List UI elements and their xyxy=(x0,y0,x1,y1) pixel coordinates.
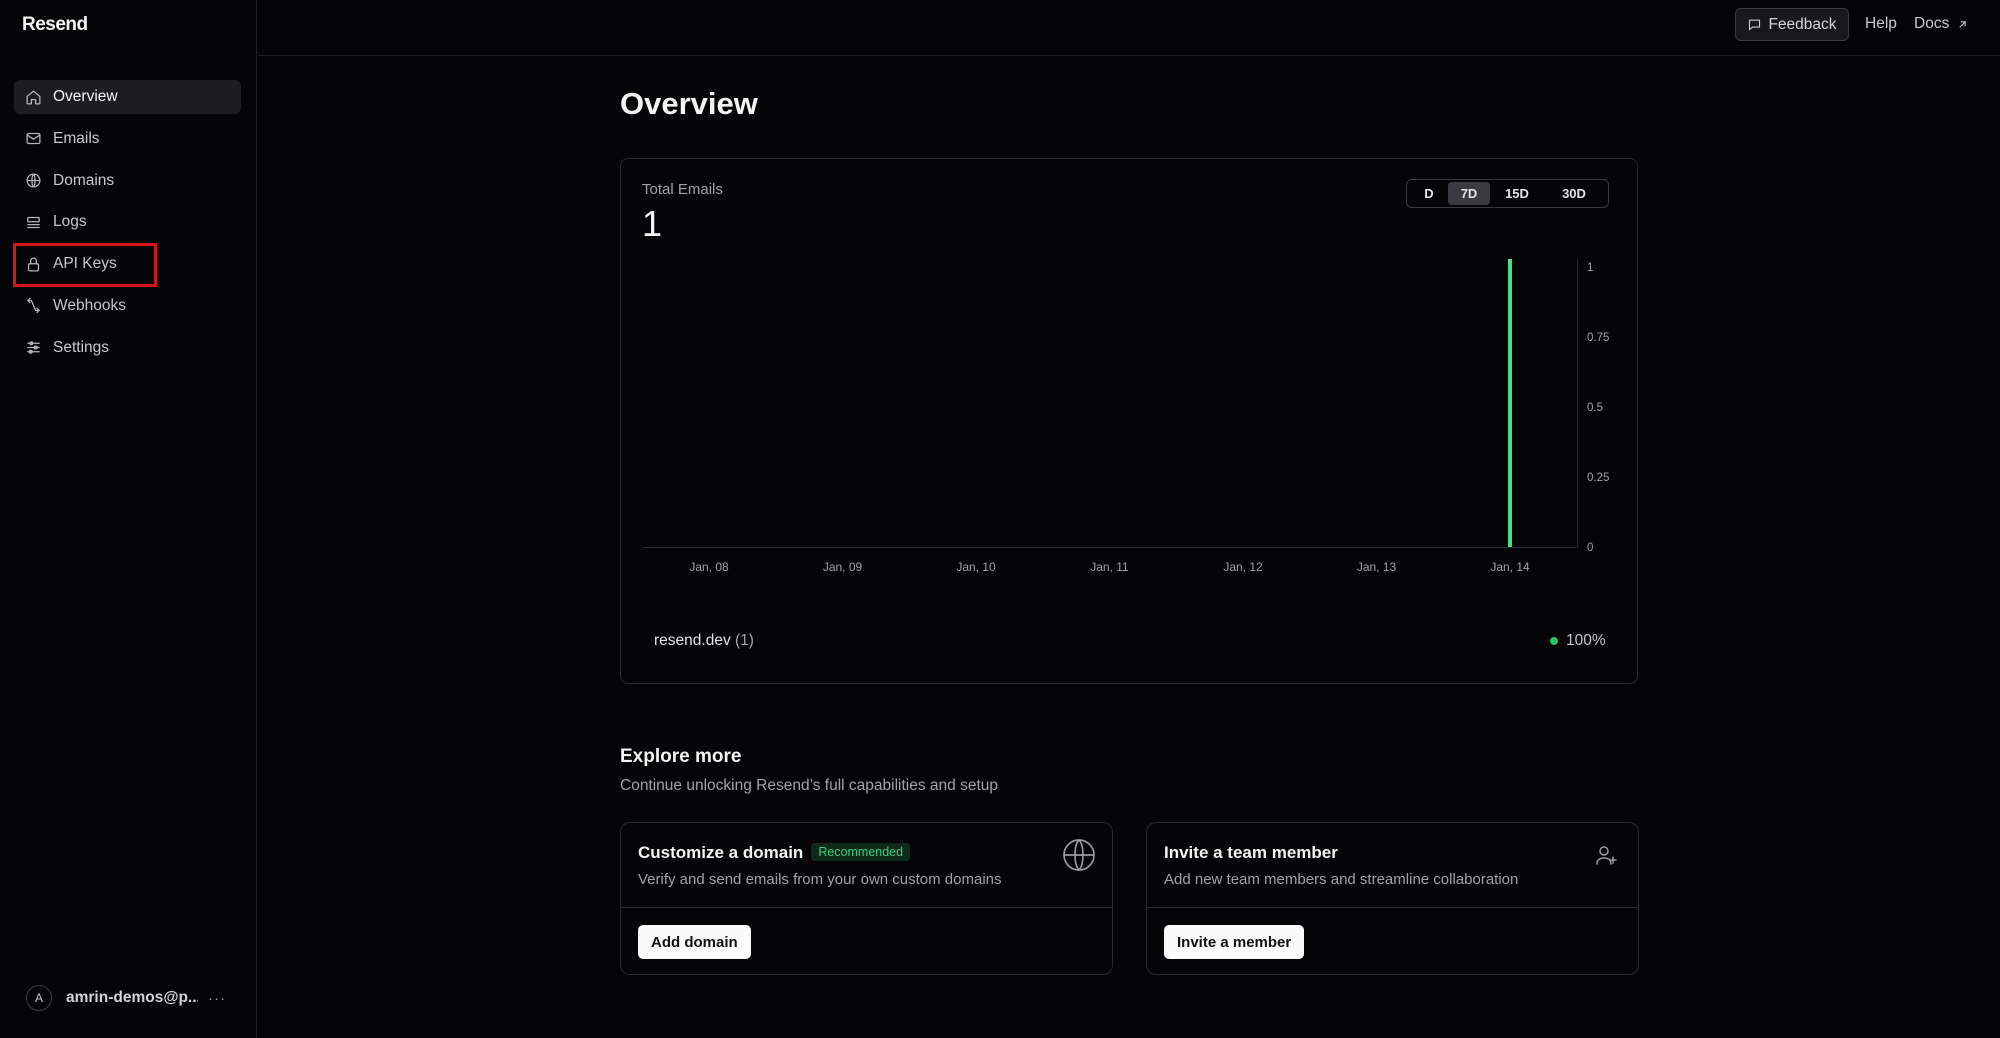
sidebar-item-overview[interactable]: Overview xyxy=(14,80,241,114)
card-title: Invite a team member xyxy=(1164,843,1338,862)
legend-domain-count: (1) xyxy=(735,632,754,649)
docs-link[interactable]: Docs xyxy=(1914,15,1969,33)
explore-title: Explore more xyxy=(620,746,742,767)
webhook-icon xyxy=(24,297,42,315)
status-dot-icon xyxy=(1550,637,1558,645)
x-tick-label: Jan, 08 xyxy=(689,560,729,574)
x-tick-label: Jan, 13 xyxy=(1357,560,1397,574)
sidebar-item-label: Webhooks xyxy=(53,296,126,314)
user-menu[interactable]: A amrin-demos@p... ··· xyxy=(26,985,226,1011)
sidebar-nav: Overview Emails Domains Logs API Keys We… xyxy=(14,80,241,373)
legend-percent-value: 100% xyxy=(1566,632,1606,649)
sidebar-item-label: Settings xyxy=(53,338,110,356)
app-logo[interactable]: Resend xyxy=(22,14,88,36)
card-title: Customize a domain Recommended xyxy=(638,843,911,863)
chart-bar xyxy=(1508,259,1512,547)
invite-member-card: Invite a team member Add new team member… xyxy=(1146,822,1639,975)
legend-domain-name: resend.dev xyxy=(654,632,731,649)
sidebar-item-domains[interactable]: Domains xyxy=(14,164,241,198)
card-divider xyxy=(1147,907,1638,908)
y-tick-label: 0.75 xyxy=(1587,332,1609,344)
page-title: Overview xyxy=(620,86,758,121)
help-link[interactable]: Help xyxy=(1865,15,1897,33)
sidebar-item-webhooks[interactable]: Webhooks xyxy=(14,289,241,323)
sidebar-item-label: API Keys xyxy=(53,255,117,273)
user-plus-icon xyxy=(1594,843,1618,872)
sidebar-item-label: Domains xyxy=(53,171,115,189)
recommended-badge: Recommended xyxy=(811,843,911,861)
card-title-text: Customize a domain xyxy=(638,843,804,862)
x-tick-label: Jan, 09 xyxy=(823,560,863,574)
sidebar-item-label: Emails xyxy=(53,129,100,147)
more-options-icon[interactable]: ··· xyxy=(208,990,226,1007)
feedback-label: Feedback xyxy=(1768,15,1837,33)
sidebar-item-label: Logs xyxy=(53,213,87,231)
add-domain-button[interactable]: Add domain xyxy=(638,925,751,959)
x-tick-label: Jan, 14 xyxy=(1490,560,1530,574)
y-tick-label: 0.5 xyxy=(1587,402,1603,414)
customize-domain-card: Customize a domain Recommended Verify and… xyxy=(620,822,1113,975)
explore-subtitle: Continue unlocking Resend’s full capabil… xyxy=(620,777,998,794)
legend-domain: resend.dev (1) xyxy=(654,632,754,650)
emails-chart-card: Total Emails 1 D 7D 15D 30D 0 0.25 0.5 0.75… xyxy=(620,158,1638,684)
docs-label: Docs xyxy=(1914,15,1950,32)
avatar: A xyxy=(26,985,52,1011)
emails-bar-chart: 0 0.25 0.5 0.75 1 Jan, 08 Jan, 09 Jan, 10 Jan, 1… xyxy=(643,259,1609,574)
y-tick-label: 0.25 xyxy=(1587,472,1609,484)
feedback-button[interactable]: Feedback xyxy=(1735,8,1849,41)
external-link-icon xyxy=(1959,20,1967,28)
x-tick-label: Jan, 12 xyxy=(1223,560,1263,574)
home-icon xyxy=(24,88,42,106)
y-tick-label: 0 xyxy=(1587,542,1593,554)
sidebar: Resend Overview Emails Domains Logs API … xyxy=(0,0,257,1038)
lock-icon xyxy=(24,255,42,273)
chat-icon xyxy=(1749,19,1761,31)
x-tick-label: Jan, 10 xyxy=(956,560,996,574)
y-tick-label: 1 xyxy=(1587,262,1593,274)
sidebar-item-emails[interactable]: Emails xyxy=(14,122,241,156)
mail-icon xyxy=(24,130,42,148)
globe-icon xyxy=(1061,837,1097,878)
invite-member-button[interactable]: Invite a member xyxy=(1164,925,1305,959)
sliders-icon xyxy=(24,339,42,357)
card-divider xyxy=(621,907,1112,908)
card-description: Add new team members and streamline coll… xyxy=(1164,871,1519,888)
sidebar-item-settings[interactable]: Settings xyxy=(14,331,241,365)
top-bar: Feedback Help Docs xyxy=(258,0,2000,56)
globe-icon xyxy=(24,172,42,190)
sidebar-item-api-keys[interactable]: API Keys xyxy=(14,247,241,281)
sidebar-item-label: Overview xyxy=(53,88,118,105)
x-tick-label: Jan, 11 xyxy=(1090,560,1129,574)
logs-icon xyxy=(24,213,42,231)
sidebar-item-logs[interactable]: Logs xyxy=(14,205,241,239)
legend-percent: 100% xyxy=(1550,632,1606,650)
card-description: Verify and send emails from your own cus… xyxy=(638,871,1002,888)
user-email: amrin-demos@p... xyxy=(66,989,198,1006)
